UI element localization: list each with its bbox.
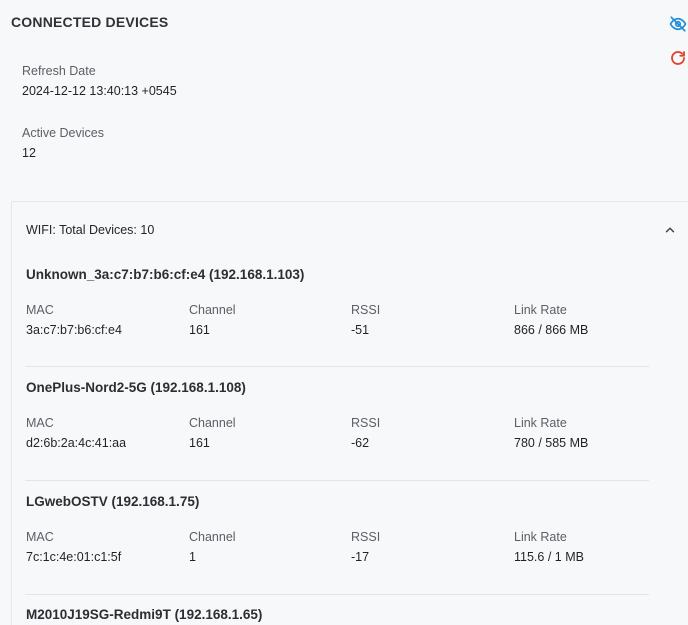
rssi-value: -62: [351, 436, 370, 450]
rssi-value: -17: [351, 550, 370, 564]
rssi-label: RSSI: [351, 416, 381, 430]
channel-field: Channel 161: [189, 303, 236, 337]
device-divider: [25, 480, 649, 481]
device-divider: [25, 366, 649, 367]
connected-devices-page: CONNECTED DEVICES Refresh Date 2024-12-1…: [0, 0, 688, 625]
mac-field: MAC 3a:c7:b7:b6:cf:e4: [26, 303, 122, 337]
page-title: CONNECTED DEVICES: [11, 14, 169, 30]
rssi-field: RSSI -17: [351, 530, 380, 564]
link-rate-value: 115.6 / 1 MB: [514, 550, 584, 564]
rssi-field: RSSI -62: [351, 416, 380, 450]
channel-label: Channel: [189, 303, 236, 317]
link-rate-field: Link Rate 780 / 585 MB: [514, 416, 588, 450]
link-rate-label: Link Rate: [514, 416, 567, 430]
device-name: M2010J19SG-Redmi9T (192.168.1.65): [26, 607, 263, 622]
link-rate-value: 780 / 585 MB: [514, 436, 589, 450]
active-devices-value: 12: [22, 146, 36, 160]
channel-value: 161: [189, 323, 210, 337]
rssi-field: RSSI -51: [351, 303, 380, 337]
mac-label: MAC: [26, 303, 54, 317]
channel-value: 161: [189, 436, 210, 450]
chevron-up-icon[interactable]: [662, 222, 678, 238]
rssi-label: RSSI: [351, 530, 381, 544]
rssi-value: -51: [351, 323, 370, 337]
wifi-devices-panel: WIFI: Total Devices: 10 Unknown_3a:c7:b7…: [11, 201, 688, 625]
channel-field: Channel 161: [189, 416, 236, 450]
channel-field: Channel 1: [189, 530, 236, 564]
device-name: OnePlus-Nord2-5G (192.168.1.108): [26, 380, 246, 395]
link-rate-label: Link Rate: [514, 303, 567, 317]
mac-value: 7c:1c:4e:01:c1:5f: [26, 550, 122, 564]
refresh-date-value: 2024-12-12 13:40:13 +0545: [22, 84, 177, 98]
eye-off-icon[interactable]: [668, 14, 688, 34]
link-rate-field: Link Rate 115.6 / 1 MB: [514, 530, 584, 564]
mac-label: MAC: [26, 530, 54, 544]
rssi-label: RSSI: [351, 303, 381, 317]
link-rate-label: Link Rate: [514, 530, 567, 544]
link-rate-value: 866 / 866 MB: [514, 323, 589, 337]
mac-field: MAC 7c:1c:4e:01:c1:5f: [26, 530, 121, 564]
channel-value: 1: [189, 550, 196, 564]
device-name: Unknown_3a:c7:b7:b6:cf:e4 (192.168.1.103…: [26, 267, 305, 282]
device-divider: [25, 594, 649, 595]
link-rate-field: Link Rate 866 / 866 MB: [514, 303, 588, 337]
refresh-icon[interactable]: [668, 48, 688, 68]
channel-label: Channel: [189, 416, 236, 430]
mac-field: MAC d2:6b:2a:4c:41:aa: [26, 416, 126, 450]
mac-value: 3a:c7:b7:b6:cf:e4: [26, 323, 122, 337]
wifi-panel-header[interactable]: WIFI: Total Devices: 10: [26, 223, 154, 237]
channel-label: Channel: [189, 530, 236, 544]
mac-label: MAC: [26, 416, 54, 430]
mac-value: d2:6b:2a:4c:41:aa: [26, 436, 127, 450]
device-name: LGwebOSTV (192.168.1.75): [26, 494, 200, 509]
active-devices-label: Active Devices: [22, 126, 104, 140]
refresh-date-label: Refresh Date: [22, 64, 96, 78]
